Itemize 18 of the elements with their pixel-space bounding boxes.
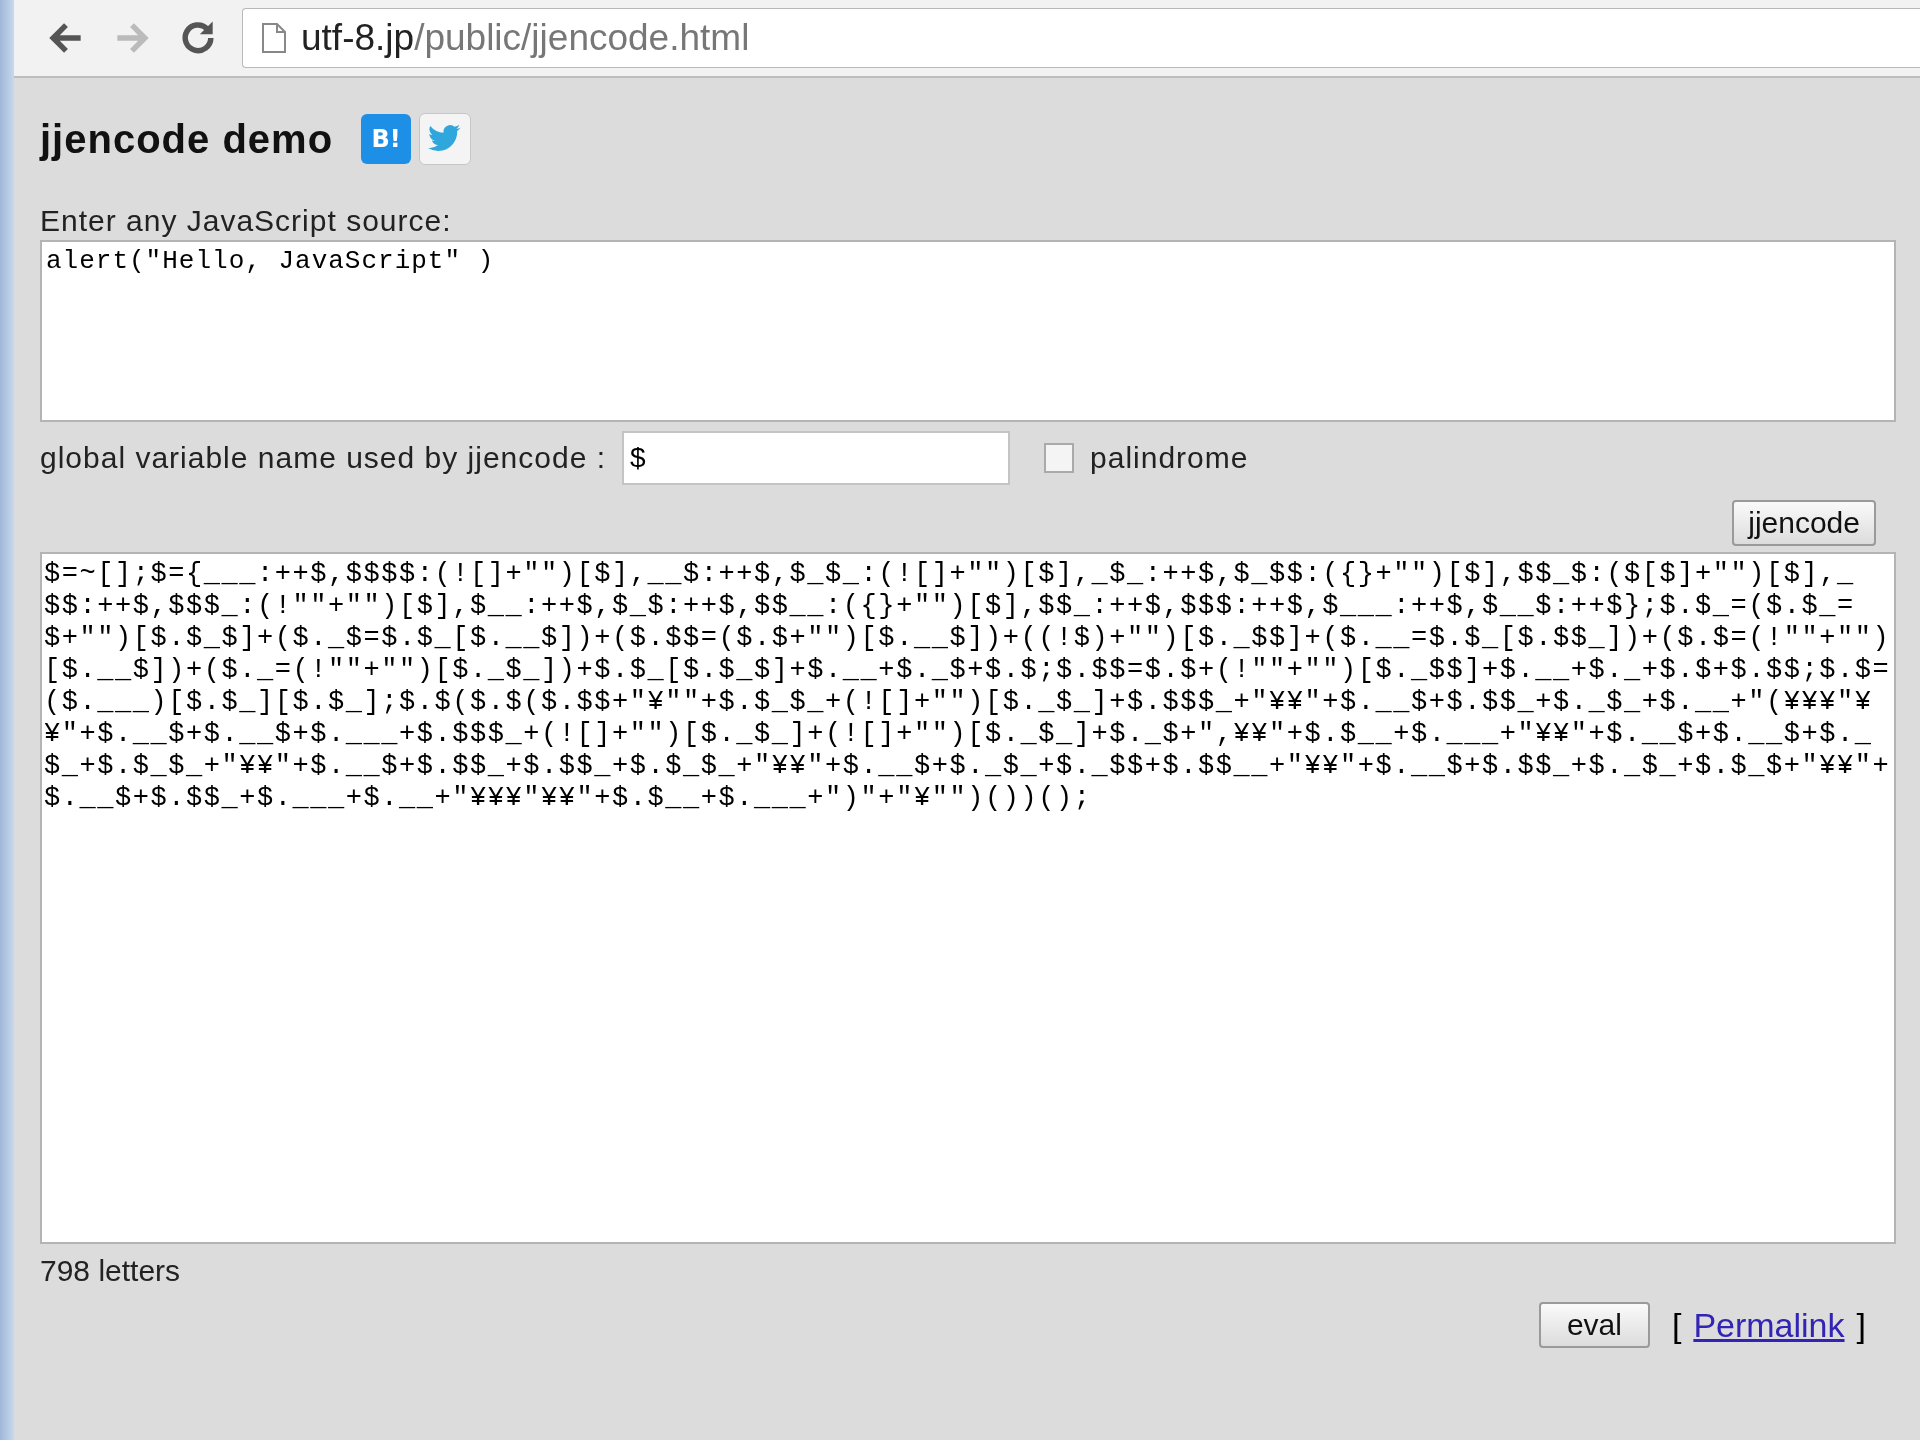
page-icon (261, 22, 287, 54)
variable-field[interactable]: $ (622, 431, 1010, 485)
jjencode-button[interactable]: jjencode (1732, 500, 1876, 546)
bracket: [ (1671, 1305, 1682, 1345)
source-label: Enter any JavaScript source: (40, 204, 453, 238)
bracket: ] (1856, 1305, 1866, 1345)
twitter-button[interactable] (419, 113, 472, 165)
eval-button[interactable]: eval (1538, 1302, 1650, 1348)
palindrome-label: palindrome (1090, 441, 1249, 475)
address-bar[interactable]: utf-8.jp/public/jjencode.html (242, 8, 1920, 68)
letter-count: 798 letters (40, 1254, 182, 1288)
palindrome-checkbox[interactable] (1044, 443, 1074, 473)
source-textarea[interactable]: alert("Hello, JavaScript" ) (40, 240, 1896, 422)
output-textarea[interactable]: $=~[];$={___:++$,$$$$:(![]+"")[$],__$:++$,$_$_:(![]+"")[$],_$_:++$,$_$$:({}+"")[$],$$_$:($[$]+"")[$],_$$:++$,$$$_:(!""+"")[$],$__:++$,$_$:++$,$$__:({}+"")[$],$$_:++$,$$$:++$,$___:++$,$__$:++$};$.$_=($.$_=$+"")[$.$_$]+($._$=$.$_[$.__$])+($.$$=($.$+"")[$.__$])+((!$)+"")[$._$$]+($.__=$.$_[$.$$_])+($.$=(!""+"")[$.__$])+($._=(!""+"")[$._$_])+$.$_[$.$_$]+$.__+$._$+$.$;$.$$=$.$+(!""+"")[$._$$]+$.__+$._+$.$+$.$$;$.$=($.___)[$.$_][$.$_];$.$($.$($.$$+"¥""+$.$_$_+(![]+"")[$._$_]+$.$$$_+"¥¥"+$.__$+$.$$_+$._$_+$.__+"(¥¥¥"¥¥"+$.__$+$.__$+$.___+$.$$$_+(![]+"")[$._$_]+(![]+"")[$._$_]+$._$+",¥¥"+$.$__+$.___+"¥¥"+$.__$+$.__$+$._$_+$.$_$_+"¥¥"+$.__$+$.$$_+$.$$_+$.$_$_+"¥¥"+$.__$+$._$_+$._$$+$.$$__+"¥¥"+$.__$+$.$$_+$._$_+$.$_$+"¥¥"+$.__$+$.$$_+$.___+$.__+"¥¥¥"¥¥"+$.$__+$.___+")"+"¥"")())(); (40, 552, 1896, 1244)
bird-icon (428, 124, 463, 154)
variable-label: global variable name used by jjencode : (40, 441, 606, 475)
page-title: jjencode demo (40, 116, 334, 162)
permalink-link[interactable]: Permalink (1693, 1305, 1845, 1345)
